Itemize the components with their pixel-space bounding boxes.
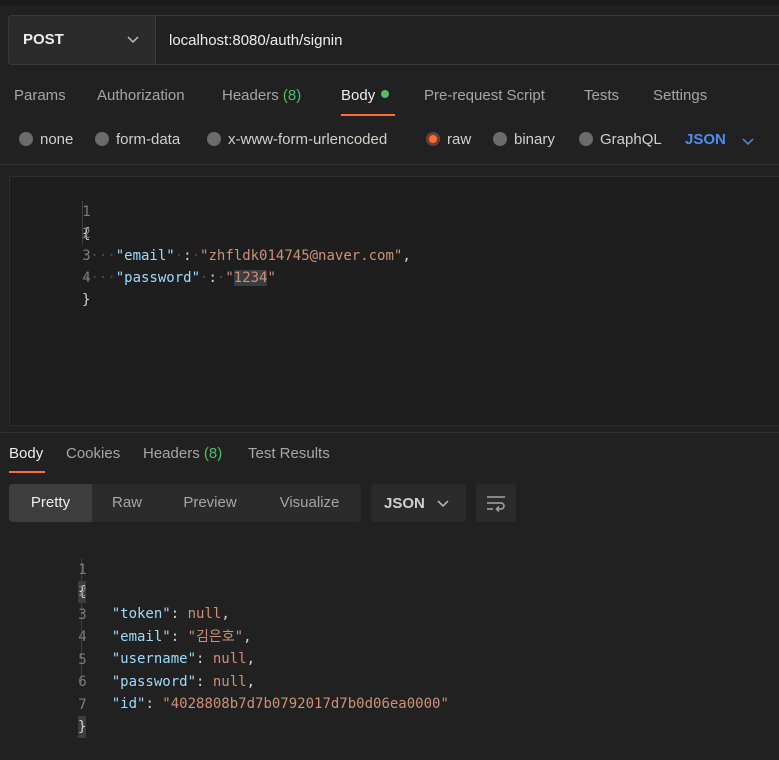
radio-graphql-label: GraphQL xyxy=(600,131,662,148)
json-key: "token" xyxy=(111,606,171,622)
view-mode-toggle: Pretty Raw Preview Visualize xyxy=(9,484,361,522)
tab-body[interactable]: Body xyxy=(341,87,390,104)
code-line: 4 } xyxy=(10,245,91,308)
json-value-selected: 1234 xyxy=(233,270,268,286)
radio-icon xyxy=(426,132,440,146)
radio-raw[interactable]: raw xyxy=(426,131,471,148)
json-value: null xyxy=(212,674,247,690)
tab-tests[interactable]: Tests xyxy=(584,87,619,104)
tab-authorization[interactable]: Authorization xyxy=(97,87,185,104)
line-number: 7 xyxy=(78,697,87,713)
radio-urlencoded[interactable]: x-www-form-urlencoded xyxy=(207,131,387,148)
view-pretty-button[interactable]: Pretty xyxy=(9,484,92,522)
active-tab-underline xyxy=(9,471,45,473)
view-raw-button[interactable]: Raw xyxy=(92,484,162,522)
wrap-lines-icon xyxy=(487,496,505,512)
headers-count: (8) xyxy=(282,87,302,104)
code-line: 2 "token": null, xyxy=(6,559,229,622)
line-number: 1 xyxy=(78,562,87,578)
divider xyxy=(0,432,779,433)
view-preview-button[interactable]: Preview xyxy=(162,484,258,522)
tab-settings[interactable]: Settings xyxy=(653,87,707,104)
code-line: 1 { xyxy=(10,179,91,242)
json-key: "email" xyxy=(111,629,171,645)
method-select[interactable]: POST xyxy=(9,16,156,64)
json-value: null xyxy=(212,651,247,667)
language-select[interactable]: JSON xyxy=(685,131,726,148)
radio-graphql[interactable]: GraphQL xyxy=(579,131,662,148)
json-key: "password" xyxy=(111,674,197,690)
json-value: null xyxy=(187,606,222,622)
response-tabs: Body Cookies Headers (8) Test Results xyxy=(0,440,779,474)
json-key: "password" xyxy=(115,270,201,286)
tab-headers-label: Headers xyxy=(222,87,279,104)
line-number: 5 xyxy=(78,652,87,668)
radio-none[interactable]: none xyxy=(19,131,73,148)
tab-response-headers-label: Headers xyxy=(143,445,200,462)
tab-response-body[interactable]: Body xyxy=(9,445,43,462)
tab-pre-request-script[interactable]: Pre-request Script xyxy=(424,87,545,104)
radio-form-data-label: form-data xyxy=(116,131,181,148)
chevron-down-icon xyxy=(127,36,139,44)
response-format-select[interactable]: JSON xyxy=(371,484,466,522)
tab-test-results[interactable]: Test Results xyxy=(248,445,330,462)
tab-headers[interactable]: Headers (8) xyxy=(222,87,301,104)
body-type-radios: none form-data x-www-form-urlencoded raw… xyxy=(0,128,779,154)
radio-icon xyxy=(19,132,33,146)
line-number: 4 xyxy=(82,270,91,286)
radio-binary-label: binary xyxy=(514,131,555,148)
json-key: "username" xyxy=(111,651,197,667)
line-number: 2 xyxy=(78,584,87,600)
line-number: 2 xyxy=(82,226,91,242)
tab-params[interactable]: Params xyxy=(14,87,66,104)
chevron-down-icon[interactable] xyxy=(742,135,754,147)
code-line: 4 "username": null, xyxy=(6,604,255,667)
request-tabs: Params Authorization Headers (8) Body Pr… xyxy=(0,82,779,118)
view-visualize-button[interactable]: Visualize xyxy=(258,484,361,522)
chevron-down-icon xyxy=(437,500,449,508)
radio-icon xyxy=(493,132,507,146)
status-dot-icon xyxy=(381,90,390,98)
json-value: "zhfldk014745@naver.com" xyxy=(200,248,403,264)
response-format-label: JSON xyxy=(384,495,425,512)
code-line: 3 "email": "김은호", xyxy=(6,582,251,645)
tab-cookies[interactable]: Cookies xyxy=(66,445,120,462)
active-tab-underline xyxy=(341,114,395,116)
radio-icon xyxy=(579,132,593,146)
line-number: 1 xyxy=(82,204,91,220)
url-input[interactable]: localhost:8080/auth/signin xyxy=(169,32,342,49)
radio-icon xyxy=(207,132,221,146)
top-strip xyxy=(0,0,779,5)
radio-binary[interactable]: binary xyxy=(493,131,555,148)
tab-response-headers[interactable]: Headers (8) xyxy=(143,445,222,462)
code-line: 5 "password": null, xyxy=(6,627,255,690)
response-body-viewer: 1 { 2 "token": null, 3 "email": "김은호", 4… xyxy=(0,536,779,738)
url-bar: POST localhost:8080/auth/signin xyxy=(8,15,779,65)
line-number: 3 xyxy=(78,607,87,623)
line-number: 3 xyxy=(82,248,91,264)
close-brace: } xyxy=(78,716,87,738)
code-line: 1 { xyxy=(6,537,87,603)
code-line: 6 "id": "4028808b7d7b0792017d7b0d06ea000… xyxy=(6,649,449,712)
close-brace: } xyxy=(82,292,91,308)
radio-none-label: none xyxy=(40,131,74,148)
code-line: 2 ····"email"·:·"zhfldk014745@naver.com"… xyxy=(10,201,411,264)
radio-form-data[interactable]: form-data xyxy=(95,131,180,148)
wrap-lines-button[interactable] xyxy=(476,484,516,522)
radio-icon xyxy=(95,132,109,146)
json-value: "김은호" xyxy=(187,629,244,645)
radio-raw-label: raw xyxy=(447,131,472,148)
line-number: 6 xyxy=(78,674,87,690)
divider xyxy=(0,164,779,165)
json-key: "email" xyxy=(115,248,175,264)
response-headers-count: (8) xyxy=(203,445,223,462)
line-number: 4 xyxy=(78,629,87,645)
tab-body-label: Body xyxy=(341,87,376,104)
radio-urlencoded-label: x-www-form-urlencoded xyxy=(228,131,388,148)
code-line: 7 } xyxy=(6,672,87,738)
method-label: POST xyxy=(23,31,64,48)
request-body-editor[interactable]: 1 { 2 ····"email"·:·"zhfldk014745@naver.… xyxy=(9,176,779,426)
code-line: 3 ····"password"·:·"1234" xyxy=(10,223,276,286)
